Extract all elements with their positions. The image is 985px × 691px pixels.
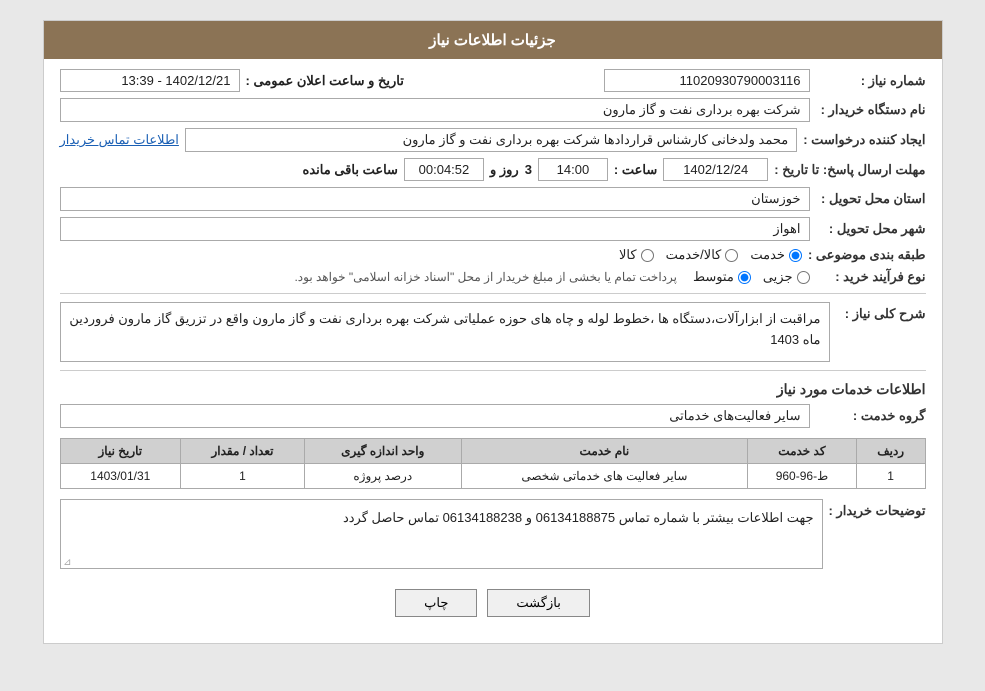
table-cell-count: 1 (181, 464, 305, 489)
creator-contact-link[interactable]: اطلاعات تماس خریدار (60, 132, 179, 148)
deadline-remaining-label: ساعت باقی مانده (303, 162, 398, 178)
need-number-row: شماره نیاز : 11020930790003116 تاریخ و س… (60, 69, 926, 92)
divider-1 (60, 293, 926, 294)
header-bar: جزئیات اطلاعات نیاز (44, 21, 942, 59)
creator-row: ایجاد کننده درخواست : محمد ولدخانی کارشن… (60, 128, 926, 152)
need-number-label: شماره نیاز : (816, 73, 926, 89)
category-label: طبقه بندی موضوعی : (808, 247, 926, 263)
process-jozvi-item: جزیی (763, 269, 810, 285)
buyer-org-label: نام دستگاه خریدار : (816, 102, 926, 118)
city-value: اهواز (60, 217, 810, 241)
col-header-unit: واحد اندازه گیری (304, 439, 461, 464)
col-header-name: نام خدمت (461, 439, 747, 464)
city-label: شهر محل تحویل : (816, 221, 926, 237)
content-area: شماره نیاز : 11020930790003116 تاریخ و س… (44, 59, 942, 643)
creator-label: ایجاد کننده درخواست : (803, 132, 925, 148)
description-label: شرح کلی نیاز : (836, 302, 926, 322)
category-radio-group: خدمت کالا/خدمت کالا (619, 247, 802, 263)
process-motevaset-item: متوسط (693, 269, 751, 285)
deadline-time: 14:00 (538, 158, 608, 181)
header-title: جزئیات اطلاعات نیاز (429, 32, 556, 49)
city-row: شهر محل تحویل : اهواز (60, 217, 926, 241)
footer-buttons: بازگشت چاپ (60, 575, 926, 633)
table-cell-unit: درصد پروژه (304, 464, 461, 489)
category-khadamat-label: خدمت (750, 247, 785, 263)
table-cell-name: سایر فعالیت های خدماتی شخصی (461, 464, 747, 489)
buyer-org-value: شرکت بهره برداری نفت و گاز مارون (60, 98, 810, 122)
buyer-notes-row: توضیحات خریدار : جهت اطلاعات بیشتر با شم… (60, 499, 926, 569)
category-kala-radio[interactable] (641, 249, 654, 262)
table-cell-code: ط-96-960 (748, 464, 857, 489)
col-header-code: کد خدمت (748, 439, 857, 464)
description-row: شرح کلی نیاز : مراقبت از ابزارآلات،دستگا… (60, 302, 926, 362)
process-motevaset-label: متوسط (693, 269, 734, 285)
divider-2 (60, 370, 926, 371)
deadline-date: 1402/12/24 (663, 158, 768, 181)
province-value: خوزستان (60, 187, 810, 211)
process-jozvi-radio[interactable] (797, 271, 810, 284)
deadline-time-label: ساعت : (614, 162, 657, 178)
process-motevaset-radio[interactable] (738, 271, 751, 284)
category-kala-item: کالا (619, 247, 654, 263)
process-note: پرداخت تمام یا بخشی از مبلغ خریدار از مح… (294, 270, 677, 284)
creator-value: محمد ولدخانی کارشناس قراردادها شرکت بهره… (185, 128, 797, 152)
buyer-notes-value: جهت اطلاعات بیشتر با شماره تماس 06134188… (60, 499, 823, 569)
category-kala-label: کالا (619, 247, 637, 263)
services-section-title: اطلاعات خدمات مورد نیاز (60, 381, 926, 398)
category-khadamat-radio[interactable] (789, 249, 802, 262)
col-header-row-num: ردیف (856, 439, 925, 464)
category-kala-khadamat-item: کالا/خدمت (666, 247, 739, 263)
service-group-value: سایر فعالیت‌های خدماتی (60, 404, 810, 428)
category-kala-khadamat-label: کالا/خدمت (666, 247, 722, 263)
process-label: نوع فرآیند خرید : (816, 269, 926, 285)
category-row: طبقه بندی موضوعی : خدمت کالا/خدمت کالا (60, 247, 926, 263)
col-header-count: تعداد / مقدار (181, 439, 305, 464)
province-row: استان محل تحویل : خوزستان (60, 187, 926, 211)
process-radio-group: جزیی متوسط (693, 269, 810, 285)
service-group-row: گروه خدمت : سایر فعالیت‌های خدماتی (60, 404, 926, 428)
province-label: استان محل تحویل : (816, 191, 926, 207)
page-wrapper: جزئیات اطلاعات نیاز شماره نیاز : 1102093… (43, 20, 943, 644)
description-value: مراقبت از ابزارآلات،دستگاه ها ،خطوط لوله… (60, 302, 830, 362)
table-cell-row: 1 (856, 464, 925, 489)
deadline-days-label: روز و (490, 162, 519, 178)
category-khadamat-item: خدمت (750, 247, 802, 263)
table-row: 1ط-96-960سایر فعالیت های خدماتی شخصیدرصد… (60, 464, 925, 489)
back-button[interactable]: بازگشت (487, 589, 589, 617)
need-number-value: 11020930790003116 (604, 69, 810, 92)
deadline-row: مهلت ارسال پاسخ: تا تاریخ : 1402/12/24 س… (60, 158, 926, 181)
buyer-org-row: نام دستگاه خریدار : شرکت بهره برداری نفت… (60, 98, 926, 122)
services-table: ردیف کد خدمت نام خدمت واحد اندازه گیری ت… (60, 438, 926, 489)
deadline-label: مهلت ارسال پاسخ: تا تاریخ : (774, 162, 925, 178)
print-button[interactable]: چاپ (395, 589, 477, 617)
announce-label: تاریخ و ساعت اعلان عمومی : (246, 73, 404, 89)
category-kala-khadamat-radio[interactable] (725, 249, 738, 262)
resize-handle: ⊿ (62, 557, 72, 567)
process-jozvi-label: جزیی (763, 269, 793, 285)
service-group-label: گروه خدمت : (816, 408, 926, 424)
table-cell-date: 1403/01/31 (60, 464, 181, 489)
announce-value: 1402/12/21 - 13:39 (60, 69, 240, 92)
table-header-row: ردیف کد خدمت نام خدمت واحد اندازه گیری ت… (60, 439, 925, 464)
deadline-days-value: 3 (525, 162, 532, 177)
col-header-date: تاریخ نیاز (60, 439, 181, 464)
services-table-section: ردیف کد خدمت نام خدمت واحد اندازه گیری ت… (60, 438, 926, 489)
deadline-remaining: 00:04:52 (404, 158, 484, 181)
process-row: نوع فرآیند خرید : جزیی متوسط پرداخت تمام… (60, 269, 926, 285)
buyer-notes-label: توضیحات خریدار : (829, 499, 926, 519)
